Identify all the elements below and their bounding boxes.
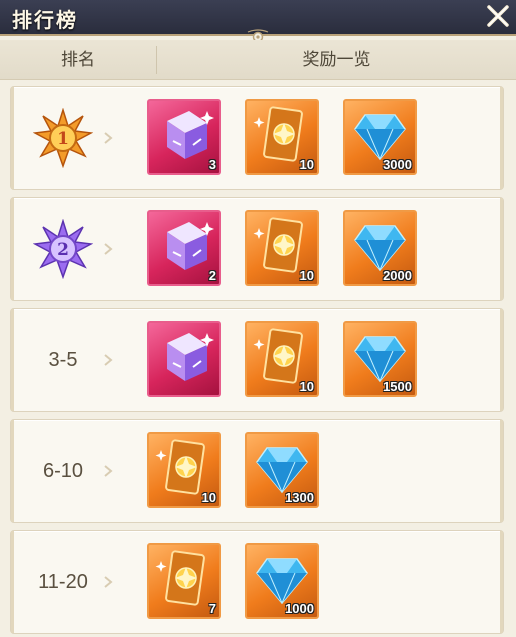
reward-item-card[interactable]: 7 bbox=[147, 543, 221, 619]
reward-item-diamond[interactable]: 2000 bbox=[343, 210, 417, 286]
reward-item-cube[interactable] bbox=[147, 321, 221, 397]
item-quantity: 1500 bbox=[383, 379, 412, 394]
window-title: 排行榜 bbox=[12, 8, 78, 32]
item-quantity: 2 bbox=[208, 268, 216, 283]
gold-medal-icon: 1 bbox=[33, 108, 93, 168]
svg-text:1: 1 bbox=[57, 129, 69, 149]
reward-item-diamond[interactable]: 1500 bbox=[343, 321, 417, 397]
item-quantity: 10 bbox=[299, 379, 314, 394]
reward-list: 10 1300 bbox=[147, 432, 319, 508]
chevron-right-icon bbox=[104, 132, 113, 144]
item-quantity: 1000 bbox=[285, 601, 314, 616]
reward-item-card[interactable]: 10 bbox=[245, 321, 319, 397]
rank-row-5: 11-20 7 1000 bbox=[10, 530, 504, 634]
item-quantity: 10 bbox=[299, 157, 314, 172]
column-header: 排名 奖励一览 bbox=[0, 40, 516, 80]
reward-item-cube[interactable]: 3 bbox=[147, 99, 221, 175]
chevron-right-icon bbox=[104, 243, 113, 255]
item-quantity: 10 bbox=[299, 268, 314, 283]
reward-item-card[interactable]: 10 bbox=[147, 432, 221, 508]
close-button[interactable] bbox=[484, 2, 512, 30]
chevron-right-icon bbox=[104, 354, 113, 366]
rank-label: 6-10 bbox=[42, 460, 84, 482]
rank-cell: 6-10 bbox=[15, 420, 111, 522]
item-quantity: 3 bbox=[208, 157, 216, 172]
purple-medal-icon: 2 bbox=[33, 219, 93, 279]
reward-item-diamond[interactable]: 1000 bbox=[245, 543, 319, 619]
chevron-right-icon bbox=[104, 576, 113, 588]
reward-item-card[interactable]: 10 bbox=[245, 210, 319, 286]
item-quantity: 1300 bbox=[285, 490, 314, 505]
rank-cell: 11-20 bbox=[15, 531, 111, 633]
purple-cube-icon bbox=[167, 333, 214, 381]
reward-list: 7 1000 bbox=[147, 543, 319, 619]
close-icon bbox=[487, 5, 509, 27]
reward-item-diamond[interactable]: 1300 bbox=[245, 432, 319, 508]
rank-label: 11-20 bbox=[38, 571, 88, 593]
reward-list: 10 1500 bbox=[147, 321, 417, 397]
reward-item-cube[interactable]: 2 bbox=[147, 210, 221, 286]
reward-item-card[interactable]: 10 bbox=[245, 99, 319, 175]
item-quantity: 3000 bbox=[383, 157, 412, 172]
reward-item-diamond[interactable]: 3000 bbox=[343, 99, 417, 175]
rank-row-3: 3-5 10 1500 bbox=[10, 308, 504, 412]
item-quantity: 10 bbox=[201, 490, 216, 505]
reward-list: 2 10 2000 bbox=[147, 210, 417, 286]
svg-text:2: 2 bbox=[57, 240, 69, 260]
reward-list: 3 10 3000 bbox=[147, 99, 417, 175]
chevron-right-icon bbox=[104, 465, 113, 477]
item-quantity: 7 bbox=[208, 601, 216, 616]
rank-column-header: 排名 bbox=[61, 50, 95, 69]
rank-label: 3-5 bbox=[48, 349, 78, 371]
reward-column-header: 奖励一览 bbox=[302, 50, 371, 69]
rank-row-2: 2 2 10 2000 bbox=[10, 197, 504, 301]
item-quantity: 2000 bbox=[383, 268, 412, 283]
rank-row-4: 6-10 10 1300 bbox=[10, 419, 504, 523]
rank-cell: 3-5 bbox=[15, 309, 111, 411]
rank-row-1: 1 3 10 3000 bbox=[10, 86, 504, 190]
rank-cell: 1 bbox=[15, 87, 111, 189]
rank-cell: 2 bbox=[15, 198, 111, 300]
